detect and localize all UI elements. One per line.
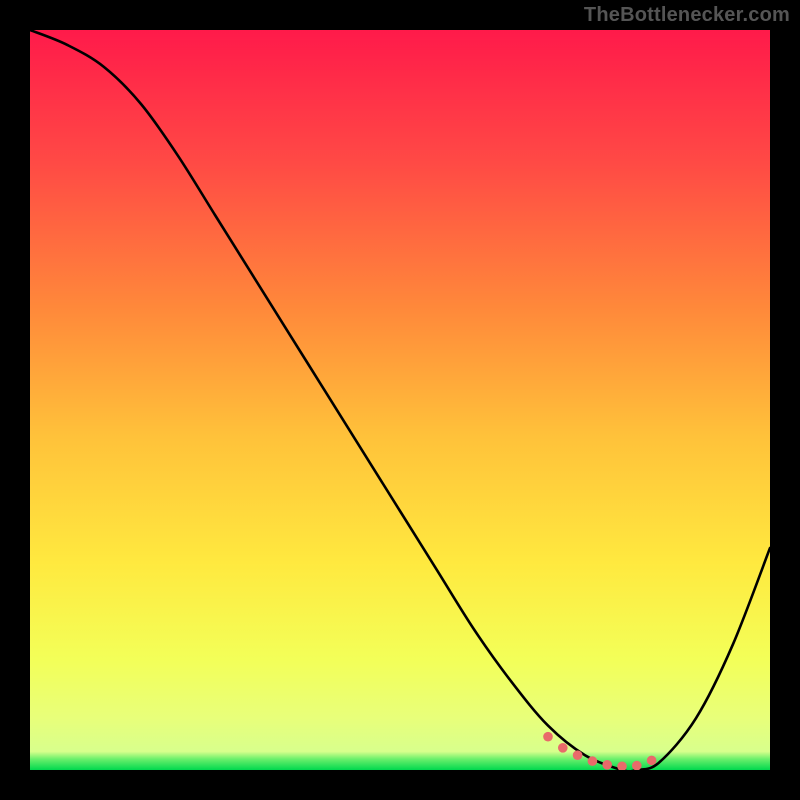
- optimal-dot: [543, 732, 553, 742]
- chart-frame: TheBottlenecker.com: [0, 0, 800, 800]
- optimal-dot: [558, 743, 568, 753]
- chart-svg: [30, 30, 770, 770]
- optimal-dot: [588, 756, 598, 766]
- optimal-dot: [573, 750, 583, 760]
- optimal-dot: [602, 760, 612, 770]
- optimal-dot: [632, 761, 642, 770]
- watermark-label: TheBottlenecker.com: [584, 4, 790, 27]
- gradient-background: [30, 30, 770, 770]
- optimal-dot: [647, 756, 657, 766]
- plot-area: [30, 30, 770, 770]
